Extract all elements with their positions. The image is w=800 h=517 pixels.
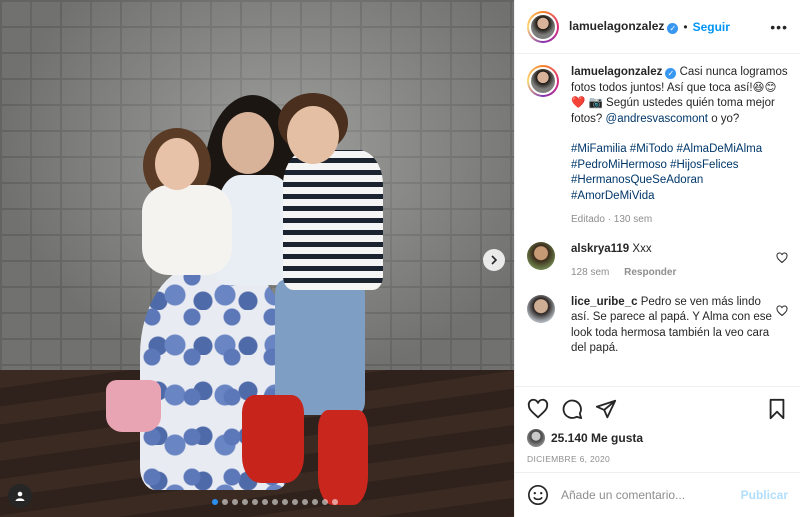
reply-button[interactable]: Responder: [624, 267, 676, 278]
comment-item: alskrya119 Xxx 128 sem Responder: [527, 241, 788, 281]
like-comment-heart-icon[interactable]: [776, 304, 788, 317]
post-author-username[interactable]: lamuelagonzalez ✓: [569, 19, 679, 34]
verified-badge-icon: ✓: [667, 23, 679, 34]
carousel-next-button[interactable]: [483, 249, 505, 271]
carousel-dot: [272, 499, 278, 505]
caption-username[interactable]: lamuelagonzalez: [571, 66, 662, 78]
hashtag-link[interactable]: #MiFamilia: [571, 143, 627, 155]
comment-username[interactable]: alskrya119: [571, 243, 629, 255]
save-bookmark-icon[interactable]: [766, 398, 788, 420]
carousel-indicator: [212, 499, 338, 505]
avatar[interactable]: [527, 241, 555, 270]
header-separator: •: [683, 19, 688, 34]
avatar: [527, 429, 545, 447]
caption-edited: Editado · 130 sem: [571, 214, 653, 225]
comment-text: Xxx: [632, 242, 652, 255]
avatar[interactable]: [527, 10, 559, 43]
carousel-dot: [322, 499, 328, 505]
share-send-icon[interactable]: [595, 398, 617, 420]
post-photo[interactable]: [0, 0, 514, 517]
comment-bubble-icon[interactable]: [561, 398, 583, 420]
caption-mention-link[interactable]: @andresvascomont: [606, 113, 708, 125]
comments-list[interactable]: lamuelagonzalez ✓ Casi nunca logramos fot…: [515, 55, 800, 385]
carousel-dot: [292, 499, 298, 505]
user-icon: [15, 491, 25, 501]
verified-badge-icon: ✓: [665, 68, 677, 79]
hashtag-link[interactable]: #HermanosQueSeAdoran: [571, 174, 703, 186]
carousel-dot: [282, 499, 288, 505]
tagged-users-button[interactable]: [8, 484, 32, 508]
comment-age: 128 sem: [571, 267, 610, 278]
carousel-dot: [212, 499, 218, 505]
instagram-post-modal: lamuelagonzalez ✓ • Seguir ••• lamuelagon…: [0, 0, 800, 517]
carousel-dot: [302, 499, 308, 505]
comment-input[interactable]: [561, 488, 731, 502]
avatar[interactable]: [527, 65, 559, 97]
caption: lamuelagonzalez ✓ Casi nunca logramos fot…: [527, 65, 788, 228]
carousel-dot: [312, 499, 318, 505]
likes-summary[interactable]: 25.140 Me gusta: [527, 429, 788, 447]
like-comment-heart-icon[interactable]: [776, 251, 788, 264]
comment-composer: Publicar: [515, 472, 800, 517]
publish-button[interactable]: Publicar: [741, 488, 788, 502]
carousel-dot: [222, 499, 228, 505]
like-heart-icon[interactable]: [527, 398, 549, 420]
post-date: DICIEMBRE 6, 2020: [527, 454, 611, 464]
hashtag-link[interactable]: #AmorDeMiVida: [571, 190, 655, 202]
comment-item: lice_uribe_c Pedro se ven más lindo así.…: [527, 294, 788, 357]
post-side-panel: lamuelagonzalez ✓ • Seguir ••• lamuelagon…: [514, 0, 800, 517]
comment-username[interactable]: lice_uribe_c: [571, 296, 637, 308]
carousel-dot: [252, 499, 258, 505]
hashtag-link[interactable]: #AlmaDeMiAlma: [676, 143, 762, 155]
likes-count[interactable]: 25.140 Me gusta: [551, 431, 643, 445]
carousel-dot: [242, 499, 248, 505]
emoji-smiley-icon[interactable]: [527, 484, 549, 506]
carousel-dot: [232, 499, 238, 505]
carousel-dot: [262, 499, 268, 505]
caption-text-end: o yo?: [711, 112, 740, 125]
more-options-icon[interactable]: •••: [770, 19, 788, 35]
hashtags: #MiFamilia #MiTodo #AlmaDeMiAlma #PedroM…: [571, 142, 788, 204]
chevron-right-icon: [491, 255, 498, 265]
post-actions: 25.140 Me gusta DICIEMBRE 6, 2020: [515, 386, 800, 472]
carousel-dot: [332, 499, 338, 505]
post-header: lamuelagonzalez ✓ • Seguir •••: [515, 0, 800, 54]
hashtag-link[interactable]: #HijosFelices: [670, 159, 738, 171]
hashtag-link[interactable]: #MiTodo: [630, 143, 673, 155]
hashtag-link[interactable]: #PedroMiHermoso: [571, 159, 667, 171]
avatar[interactable]: [527, 294, 555, 323]
follow-button[interactable]: Seguir: [693, 20, 730, 34]
